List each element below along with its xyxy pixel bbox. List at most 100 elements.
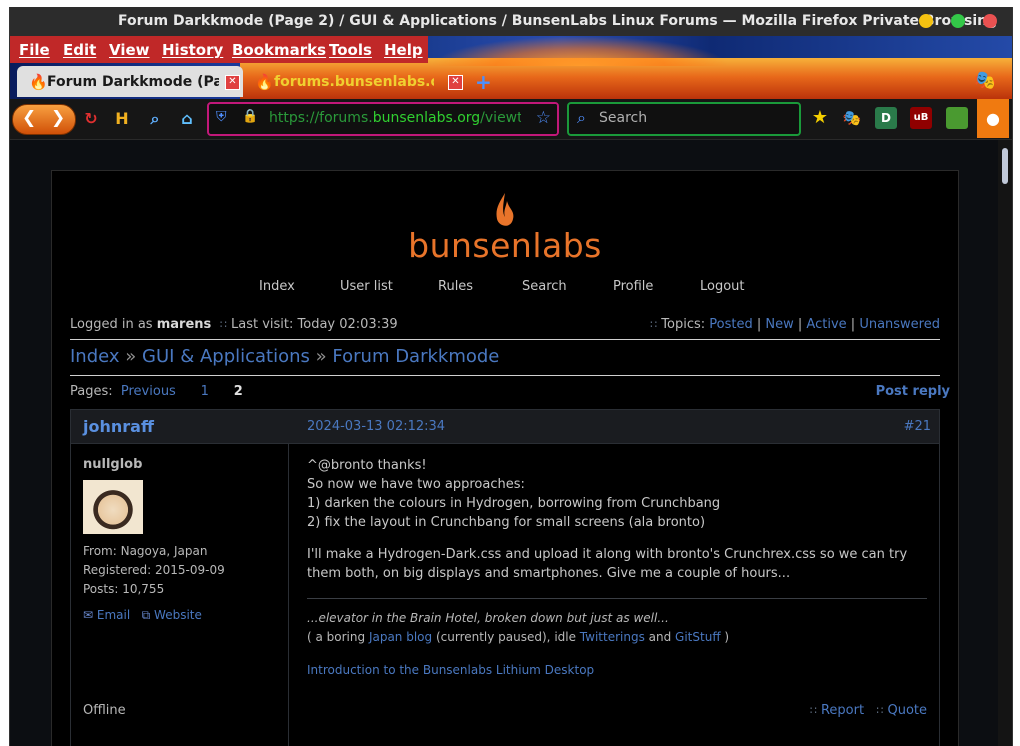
menu-help[interactable]: Help <box>384 41 423 59</box>
message-line: So now we have two approaches: <box>307 477 525 492</box>
message-line: ^@bronto thanks! <box>307 458 427 473</box>
divider <box>70 339 940 340</box>
bookmarks-star-icon[interactable]: ★ <box>809 107 831 129</box>
reload-icon[interactable]: ↻ <box>81 109 101 129</box>
nav-index[interactable]: Index <box>259 279 295 294</box>
website-link[interactable]: Website <box>154 608 202 622</box>
menu-tools[interactable]: Tools <box>329 41 372 59</box>
shield-icon[interactable]: ⛨ <box>216 109 227 125</box>
external-link-icon: ⧉ <box>141 608 151 622</box>
home-icon[interactable]: ⌂ <box>177 109 197 129</box>
minimize-button[interactable] <box>919 14 933 28</box>
page-viewport: bunsenlabs Index User list Rules Search … <box>10 140 998 746</box>
topics-new-link[interactable]: New <box>765 317 793 332</box>
topics-posted-link[interactable]: Posted <box>709 317 752 332</box>
message-line: 1) darken the colours in Hydrogen, borro… <box>307 496 721 511</box>
breadcrumb-topic[interactable]: Forum Darkkmode <box>332 346 499 367</box>
post-author[interactable]: johnraff <box>83 417 154 436</box>
scrollbar-thumb[interactable] <box>1002 148 1008 184</box>
private-mask-extension-icon[interactable]: 🎭 <box>841 107 863 129</box>
topics-active-link[interactable]: Active <box>806 317 846 332</box>
site-logo-text[interactable]: bunsenlabs <box>52 226 958 265</box>
message-line: I'll make a Hydrogen-Dark.css and upload… <box>307 547 908 562</box>
message-line: 2) fix the layout in Crunchbang for smal… <box>307 515 706 530</box>
new-tab-plus-icon[interactable]: + <box>475 70 492 94</box>
user-title: nullglob <box>83 457 143 472</box>
menu-view[interactable]: View <box>109 41 150 59</box>
theme-banner: File Edit View History Bookmarks Tools H… <box>10 36 1012 100</box>
grid-bullet-icon: ∷ <box>650 318 658 331</box>
nav-search[interactable]: Search <box>522 279 567 294</box>
tab-label: Forum Darkkmode (Page 2) / GUI <box>47 74 219 90</box>
divider <box>70 375 940 376</box>
green-extension-icon[interactable] <box>946 107 968 129</box>
theme-flames-glow <box>430 36 730 66</box>
user-contact-links: ✉ Email ⧉ Website <box>83 608 202 623</box>
signature: ...elevator in the Brain Hotel, broken d… <box>307 609 927 680</box>
pagination-page-1[interactable]: 1 <box>201 384 209 399</box>
post-author-info: nullglob From: Nagoya, Japan Registered:… <box>71 444 289 746</box>
forum-site: bunsenlabs Index User list Rules Search … <box>51 170 959 746</box>
forum-post: johnraff 2024-03-13 02:12:34 #21 nullglo… <box>70 409 940 746</box>
status-bar: Logged in as marens ∷ Last visit: Today 0… <box>70 317 940 337</box>
topics-links: ∷ Topics: Posted | New | Active | Unanswe… <box>650 317 940 332</box>
last-visit: ∷ Last visit: Today 02:03:39 <box>220 317 398 332</box>
menu-bookmarks[interactable]: Bookmarks <box>232 41 326 59</box>
back-icon[interactable]: ❮ <box>22 108 36 128</box>
quote-link[interactable]: Quote <box>887 703 927 718</box>
grid-bullet-icon: ∷ <box>809 704 817 717</box>
private-browsing-mask-icon: 🎭 <box>974 70 997 91</box>
breadcrumb-index[interactable]: Index <box>70 346 120 367</box>
bunsenlabs-flame-icon <box>496 193 514 226</box>
pagination: Pages: Previous 1 2 <box>70 384 243 399</box>
menu-file[interactable]: File <box>19 41 50 59</box>
search-bar[interactable]: ⌕ Search <box>567 102 801 136</box>
firefox-menu-icon[interactable]: ● <box>977 99 1009 138</box>
tab-close-icon[interactable]: ✕ <box>225 75 240 90</box>
user-location: From: Nagoya, Japan <box>83 544 208 558</box>
breadcrumb: Index » GUI & Applications » Forum Darkk… <box>70 346 500 367</box>
grid-bullet-icon: ∷ <box>876 704 884 717</box>
nav-profile[interactable]: Profile <box>613 279 653 294</box>
menu-edit[interactable]: Edit <box>63 41 96 59</box>
tab-forums-bunsenlabs[interactable]: 🔥 forums.bunsenlabs.org ✕ <box>250 66 470 97</box>
email-link[interactable]: Email <box>97 608 130 622</box>
user-registered: Registered: 2015-09-09 <box>83 563 225 577</box>
gitstuff-link[interactable]: GitStuff <box>675 630 721 644</box>
breadcrumb-category[interactable]: GUI & Applications <box>142 346 310 367</box>
ublock-origin-icon[interactable]: uB <box>910 107 932 129</box>
tab-label: forums.bunsenlabs.org <box>274 74 434 90</box>
nav-logout[interactable]: Logout <box>700 279 745 294</box>
post-reply-link[interactable]: Post reply <box>876 384 950 399</box>
firefox-window: Forum Darkkmode (Page 2) / GUI & Applica… <box>9 7 1013 746</box>
report-link[interactable]: Report <box>821 703 864 718</box>
nav-rules[interactable]: Rules <box>438 279 473 294</box>
twitterings-link[interactable]: Twitterings <box>580 630 645 644</box>
username: marens <box>156 317 212 332</box>
nav-userlist[interactable]: User list <box>340 279 393 294</box>
post-number[interactable]: #21 <box>904 419 931 434</box>
menu-bar: File Edit View History Bookmarks Tools H… <box>10 36 428 63</box>
lock-icon[interactable]: 🔒 <box>242 109 258 124</box>
post-message: ^@bronto thanks! So now we have two appr… <box>307 456 927 583</box>
topics-unanswered-link[interactable]: Unanswered <box>859 317 940 332</box>
history-h-icon[interactable]: H <box>112 109 132 129</box>
avatar <box>83 480 143 534</box>
japan-blog-link[interactable]: Japan blog <box>369 630 432 644</box>
close-button[interactable] <box>983 14 997 28</box>
url-bar[interactable]: ⛨ 🔒 https://forums.bunsenlabs.org/viewto… <box>207 102 559 136</box>
tab-close-icon[interactable]: ✕ <box>448 75 463 90</box>
pagination-previous[interactable]: Previous <box>121 384 176 399</box>
email-icon: ✉ <box>83 608 94 622</box>
maximize-button[interactable] <box>951 14 965 28</box>
forward-icon[interactable]: ❯ <box>51 108 65 128</box>
clipboard-extension-icon[interactable]: D <box>875 107 897 129</box>
intro-lithium-link[interactable]: Introduction to the Bunsenlabs Lithium D… <box>307 661 927 680</box>
signature-quote: ...elevator in the Brain Hotel, broken d… <box>307 611 669 625</box>
menu-history[interactable]: History <box>162 41 223 59</box>
bookmark-star-icon[interactable]: ☆ <box>536 108 551 128</box>
magnifier-icon[interactable]: ⌕ <box>145 109 165 129</box>
tab-forum-darkkmode[interactable]: 🔥 Forum Darkkmode (Page 2) / GUI ✕ <box>17 66 243 97</box>
page-scrollbar[interactable] <box>998 140 1012 746</box>
post-timestamp[interactable]: 2024-03-13 02:12:34 <box>307 419 445 434</box>
